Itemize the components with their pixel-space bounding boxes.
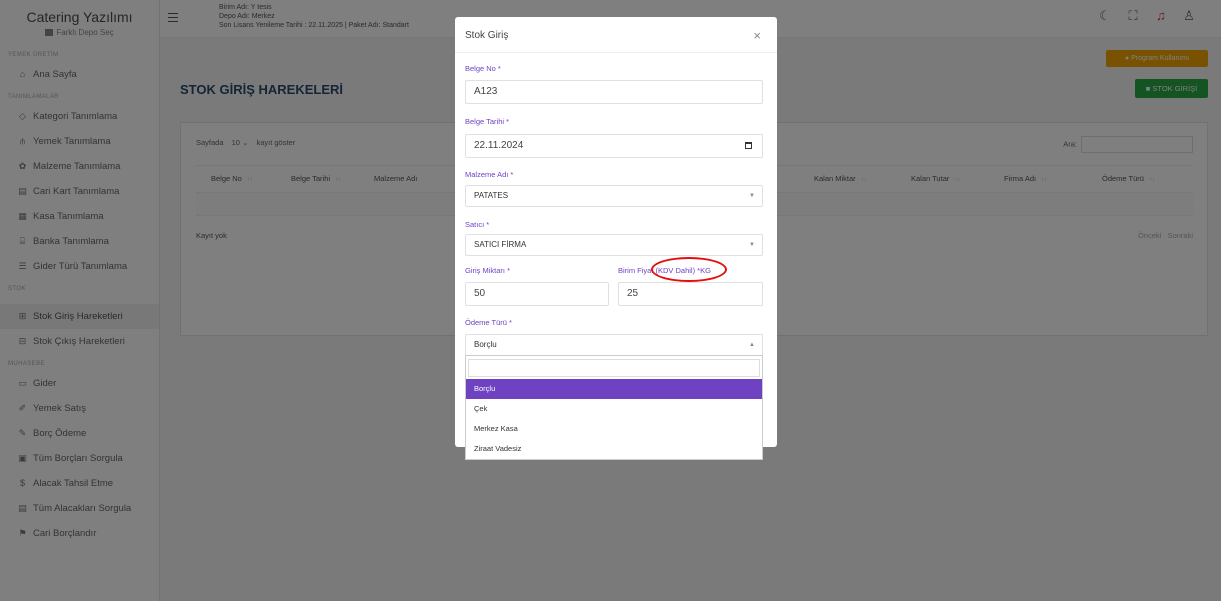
belge-tarihi-input[interactable]: 22.11.2024	[465, 134, 763, 158]
date-value: 22.11.2024	[474, 140, 524, 151]
satici-value: SATICI FİRMA	[474, 240, 527, 249]
odeme-turu-label: Ödeme Türü *	[465, 318, 512, 327]
birim-fiyat-input[interactable]: 25	[618, 282, 763, 306]
malzeme-label: Malzeme Adı *	[465, 170, 514, 179]
satici-select[interactable]: SATICI FİRMA ▼	[465, 234, 763, 256]
odeme-turu-select[interactable]: Borçlu ▲	[465, 334, 763, 356]
satici-label: Satıcı *	[465, 220, 490, 229]
belge-no-input[interactable]: A123	[465, 80, 763, 104]
giris-miktari-input[interactable]: 50	[465, 282, 609, 306]
dropdown-option-cek[interactable]: Çek	[466, 399, 762, 419]
dropdown-option-borclu[interactable]: Borçlu	[466, 379, 762, 399]
modal-title: Stok Giriş	[465, 30, 509, 41]
modal-header: Stok Giriş ×	[455, 17, 777, 53]
caret-down-icon: ▼	[749, 193, 755, 199]
odeme-turu-dropdown: Borçlu Çek Merkez Kasa Ziraat Vadesiz	[465, 355, 763, 460]
odeme-value: Borçlu	[474, 340, 497, 349]
close-icon[interactable]: ×	[753, 28, 761, 43]
belge-tarihi-label: Belge Tarihi *	[465, 117, 510, 126]
dropdown-option-ziraat-vadesiz[interactable]: Ziraat Vadesiz	[466, 439, 762, 459]
malzeme-select[interactable]: PATATES ▼	[465, 185, 763, 207]
caret-down-icon: ▼	[749, 242, 755, 248]
belge-no-label: Belge No *	[465, 64, 501, 73]
dropdown-option-merkez-kasa[interactable]: Merkez Kasa	[466, 419, 762, 439]
malzeme-value: PATATES	[474, 191, 509, 200]
calendar-icon[interactable]	[745, 142, 752, 149]
dropdown-search-input[interactable]	[468, 359, 760, 377]
giris-miktari-label: Giriş Miktarı *	[465, 266, 510, 275]
annotation-highlight	[651, 257, 727, 282]
caret-up-icon: ▲	[749, 342, 755, 348]
